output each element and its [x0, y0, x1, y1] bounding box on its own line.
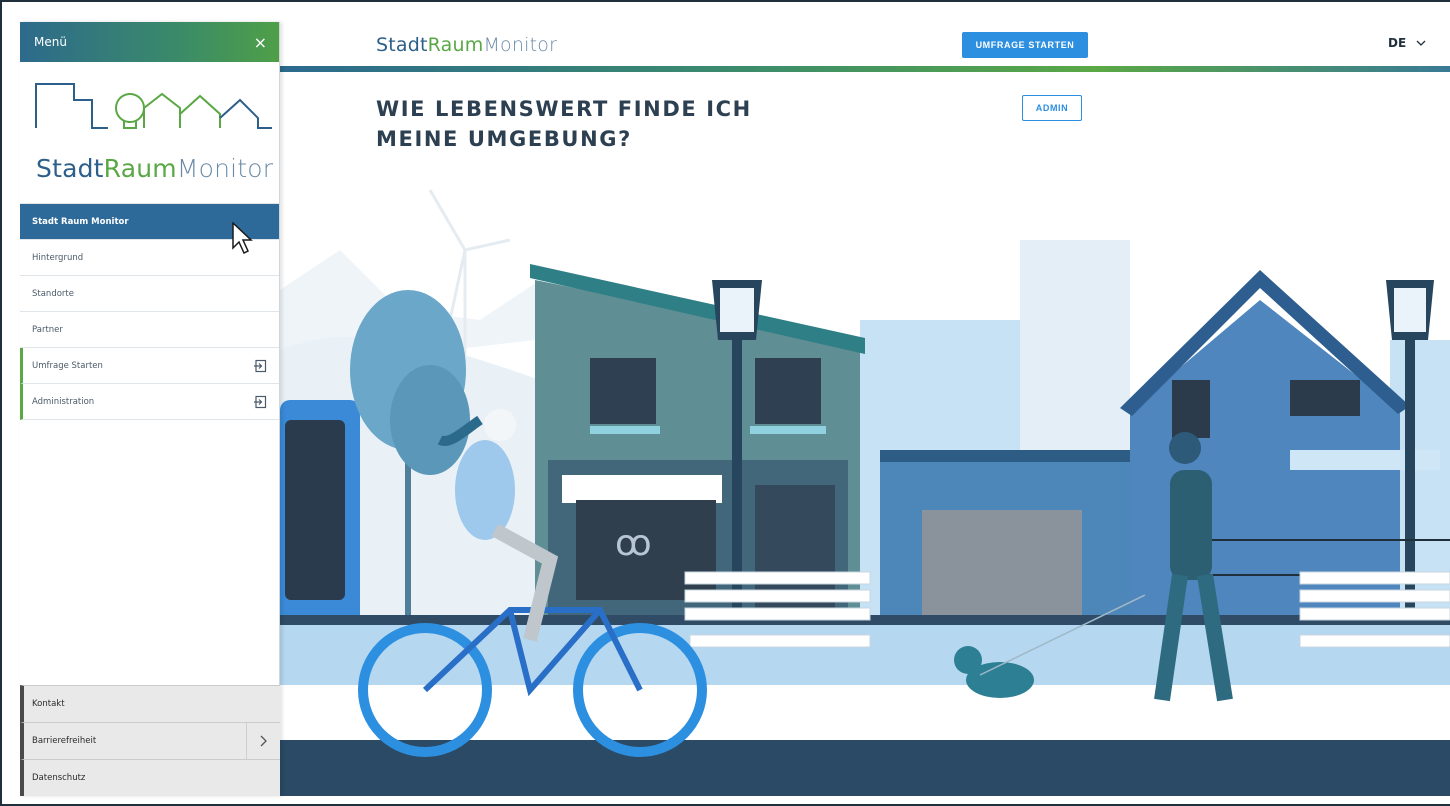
logo-part-monitor: Monitor	[176, 154, 274, 183]
top-header: StadtRaumMonitor UMFRAGE STARTEN DE	[280, 22, 1450, 68]
svg-text:ꝏ: ꝏ	[615, 523, 652, 564]
brand-part-stadt: Stadt	[376, 34, 428, 56]
logo-part-stadt: Stadt	[36, 154, 104, 183]
menu-item-umfrage-starten[interactable]: Umfrage Starten	[20, 348, 279, 384]
menu-item-label: Partner	[32, 324, 63, 335]
footer-item-label: Barrierefreiheit	[32, 736, 97, 746]
hero-title-line-1: WIE LEBENSWERT FINDE ICH	[376, 97, 752, 121]
chevron-right-icon[interactable]	[246, 722, 280, 760]
header-brand[interactable]: StadtRaumMonitor	[376, 34, 557, 56]
skyline-logo-icon	[35, 83, 272, 129]
garage-building	[880, 450, 1130, 620]
menu-item-label: Administration	[32, 396, 95, 407]
start-survey-button[interactable]: UMFRAGE STARTEN	[962, 32, 1088, 58]
menu-item-standorte[interactable]: Standorte	[20, 276, 279, 312]
header-gradient-rule	[280, 66, 1450, 72]
menu-title: Menü	[34, 35, 67, 49]
footer-item-label: Datenschutz	[32, 773, 86, 783]
bench-right	[1299, 571, 1450, 648]
menu-logo[interactable]: StadtRaumMonitor	[20, 62, 279, 204]
menu-footer: Kontakt Barrierefreiheit Datenschutz	[20, 685, 280, 796]
external-link-icon	[254, 359, 267, 372]
close-icon[interactable]: ×	[254, 33, 267, 52]
menu-item-label: Standorte	[32, 288, 74, 299]
brand-part-monitor: Monitor	[483, 34, 558, 56]
language-label: DE	[1388, 36, 1407, 50]
chevron-down-icon	[1416, 40, 1426, 46]
logo-part-raum: Raum	[103, 154, 177, 183]
brand-part-raum: Raum	[427, 34, 484, 56]
menu-item-label: Stadt Raum Monitor	[32, 216, 129, 227]
admin-button[interactable]: ADMIN	[1022, 95, 1082, 121]
menu-item-administration[interactable]: Administration	[20, 384, 279, 420]
footer-item-datenschutz[interactable]: Datenschutz	[20, 759, 280, 796]
street-scene-illustration: ꝏ	[280, 170, 1450, 796]
hero-title-line-2: MEINE UMGEBUNG?	[376, 127, 632, 151]
menu-item-label: Umfrage Starten	[32, 360, 103, 371]
footer-item-label: Kontakt	[32, 699, 65, 709]
external-link-icon	[254, 395, 267, 408]
mouse-cursor-icon	[232, 222, 253, 255]
bus	[280, 400, 360, 640]
menu-header: Menü ×	[20, 22, 279, 62]
hero-title: WIE LEBENSWERT FINDE ICH MEINE UMGEBUNG?	[376, 94, 752, 154]
menu-logo-text: StadtRaumMonitor	[36, 154, 273, 183]
language-selector[interactable]: DE	[1388, 36, 1426, 50]
menu-item-label: Hintergrund	[32, 252, 84, 263]
footer-item-barrierefreiheit[interactable]: Barrierefreiheit	[20, 722, 280, 760]
menu-item-partner[interactable]: Partner	[20, 312, 279, 348]
footer-item-kontakt[interactable]: Kontakt	[20, 685, 280, 722]
side-menu: Menü × StadtRaumMonitor Stadt Raum Monit…	[20, 22, 280, 796]
bench-center	[684, 571, 871, 648]
